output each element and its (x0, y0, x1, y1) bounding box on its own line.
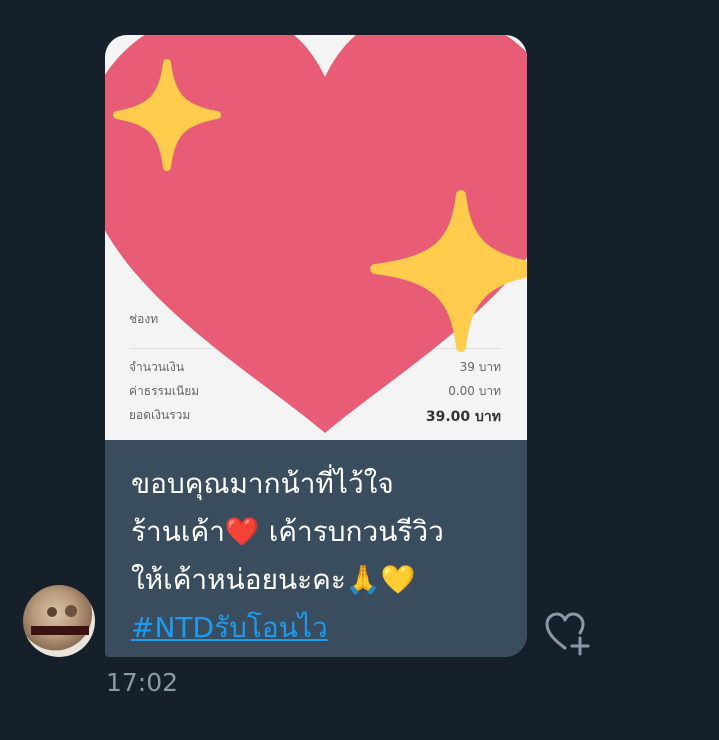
message-line: ร้านเค้า❤️ เค้ารบกวนรีวิว (131, 515, 444, 548)
avatar[interactable] (23, 585, 95, 657)
avatar-detail (47, 607, 57, 617)
message-bubble[interactable]: ช่องท จำนวนเงิน 39 บาท ค่าธรรมเนียม 0.00… (105, 35, 527, 657)
message-timestamp: 17:02 (106, 668, 179, 697)
message-line: ให้เค้าหน่อยนะคะ🙏💛 (131, 563, 416, 596)
avatar-band (31, 626, 89, 635)
avatar-detail (65, 605, 77, 617)
hashtag-link[interactable]: #NTDรับโอนไว (131, 611, 328, 644)
dm-conversation: ช่องท จำนวนเงิน 39 บาท ค่าธรรมเนียม 0.00… (0, 0, 719, 740)
receipt-image[interactable]: ช่องท จำนวนเงิน 39 บาท ค่าธรรมเนียม 0.00… (105, 35, 527, 440)
add-reaction-heart-icon[interactable] (543, 610, 591, 656)
message-text-area: ขอบคุณมากน้าที่ไว้ใจ ร้านเค้า❤️ เค้ารบกว… (105, 440, 527, 657)
message-line: ขอบคุณมากน้าที่ไว้ใจ (131, 467, 394, 500)
sparkling-heart-icon (105, 35, 527, 433)
message-text: ขอบคุณมากน้าที่ไว้ใจ ร้านเค้า❤️ เค้ารบกว… (131, 460, 511, 652)
